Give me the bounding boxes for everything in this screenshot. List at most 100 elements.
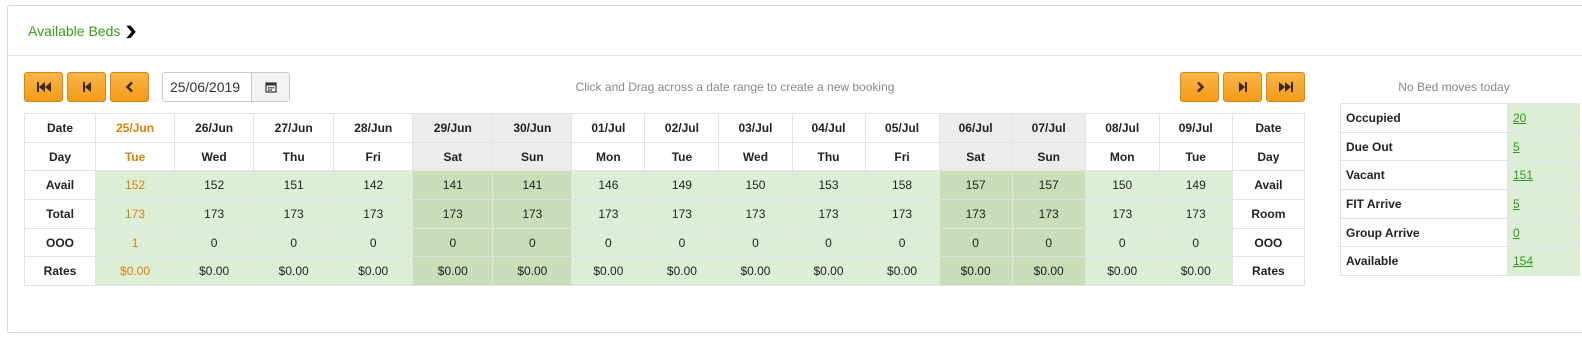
grid-cell-total[interactable]: 173 [938,199,1013,229]
grid-cell-ooo[interactable]: 0 [333,227,414,258]
grid-cell-avail[interactable]: 152 [95,170,176,201]
grid-cell-avail[interactable]: 141 [492,170,573,201]
grid-cell-avail[interactable]: 157 [1011,170,1086,201]
grid-cell-ooo[interactable]: 0 [174,227,255,258]
chevron-right-icon [1196,81,1204,93]
step-forward-icon [1238,82,1247,92]
grid-row-day: Day Tue Wed Thu Fri Sat Sun Mon Tue Wed Thu Fri Sat S… [23,141,1306,172]
grid-cell-rates[interactable]: $0.00 [864,256,940,287]
grid-cell-total[interactable]: 173 [1011,199,1086,229]
stat-value-cell: 5 [1507,131,1580,162]
calendar-button[interactable] [251,73,289,101]
grid-cell-total[interactable]: 173 [1158,199,1233,229]
grid-cell-ooo[interactable]: 0 [1011,227,1086,258]
row-label-right-total: Room [1231,199,1306,229]
stat-value-link[interactable]: 5 [1513,197,1520,211]
grid-cell-ooo[interactable]: 0 [718,227,793,258]
grid-cell-avail[interactable]: 158 [864,170,940,201]
grid-cell-rates[interactable]: $0.00 [333,256,414,287]
column-date-header: 02/Jul [644,113,720,143]
stat-value-cell: 151 [1507,160,1580,191]
stat-value-cell: 20 [1507,103,1580,133]
grid-cell-total[interactable]: 173 [1084,199,1160,229]
grid-cell-ooo[interactable]: 0 [644,227,720,258]
grid-cell-ooo[interactable]: 0 [253,227,335,258]
column-day-header: Wed [174,141,255,172]
column-day-header: Fri [333,141,414,172]
grid-cell-total[interactable]: 173 [174,199,255,229]
grid-cell-ooo[interactable]: 0 [791,227,866,258]
grid-cell-ooo[interactable]: 0 [412,227,494,258]
first-page-button[interactable] [24,72,63,102]
grid-cell-rates[interactable]: $0.00 [1084,256,1160,287]
grid-cell-total[interactable]: 173 [95,199,176,229]
grid-cell-avail[interactable]: 149 [644,170,720,201]
grid-cell-ooo[interactable]: 0 [938,227,1013,258]
grid-cell-ooo[interactable]: 0 [1158,227,1233,258]
grid-cell-total[interactable]: 173 [718,199,793,229]
drag-hint-text: Click and Drag across a date range to cr… [575,80,895,94]
column-date-header: 08/Jul [1084,113,1160,143]
grid-row-rates: Rates $0.00 $0.00 $0.00 $0.00 $0.00 $0.00 $0.00… [23,256,1306,287]
grid-cell-ooo[interactable]: 0 [864,227,940,258]
next-week-button[interactable] [1223,72,1262,102]
grid-cell-total[interactable]: 173 [253,199,335,229]
grid-cell-ooo[interactable]: 1 [95,227,176,258]
grid-cell-rates[interactable]: $0.00 [174,256,255,287]
grid-cell-rates[interactable]: $0.00 [644,256,720,287]
grid-cell-rates[interactable]: $0.00 [571,256,646,287]
date-field[interactable] [163,73,251,101]
grid-cell-avail[interactable]: 142 [333,170,414,201]
last-page-button[interactable] [1266,72,1305,102]
previous-week-button[interactable] [67,72,106,102]
grid-cell-avail[interactable]: 150 [718,170,793,201]
grid-cell-total[interactable]: 173 [333,199,414,229]
date-picker[interactable] [162,72,290,102]
grid-cell-rates[interactable]: $0.00 [938,256,1013,287]
stat-value-link[interactable]: 20 [1513,111,1526,125]
grid-cell-avail[interactable]: 149 [1158,170,1233,201]
grid-cell-avail[interactable]: 151 [253,170,335,201]
grid-cell-avail[interactable]: 157 [938,170,1013,201]
grid-cell-ooo[interactable]: 0 [492,227,573,258]
grid-cell-rates[interactable]: $0.00 [791,256,866,287]
stat-value-link[interactable]: 5 [1513,140,1520,154]
grid-cell-rates[interactable]: $0.00 [412,256,494,287]
column-day-header: Thu [253,141,335,172]
grid-cell-total[interactable]: 173 [791,199,866,229]
column-day-header: Thu [791,141,866,172]
stat-label: Group Arrive [1340,217,1508,248]
grid-cell-total[interactable]: 173 [412,199,494,229]
grid-cell-total[interactable]: 173 [571,199,646,229]
grid-cell-rates[interactable]: $0.00 [492,256,573,287]
grid-cell-avail[interactable]: 146 [571,170,646,201]
chevron-down-icon[interactable]: ❯ [125,24,138,38]
grid-cell-avail[interactable]: 150 [1084,170,1160,201]
grid-cell-total[interactable]: 173 [644,199,720,229]
grid-cell-rates[interactable]: $0.00 [95,256,176,287]
grid-cell-ooo[interactable]: 0 [1084,227,1160,258]
stat-row: Due Out 5 [1340,131,1580,162]
grid-cell-rates[interactable]: $0.00 [253,256,335,287]
stat-value-link[interactable]: 154 [1513,254,1533,268]
grid-cell-rates[interactable]: $0.00 [1158,256,1233,287]
grid-cell-avail[interactable]: 152 [174,170,255,201]
bed-moves-status: No Bed moves today [1398,80,1510,94]
next-day-button[interactable] [1180,72,1219,102]
stat-value-link[interactable]: 151 [1513,168,1533,182]
stat-value-link[interactable]: 0 [1513,226,1520,240]
grid-cell-avail[interactable]: 141 [412,170,494,201]
grid-cell-rates[interactable]: $0.00 [1011,256,1086,287]
row-label-right-rates: Rates [1231,256,1306,287]
panel-header[interactable]: Available Beds ❯ [8,6,1582,56]
grid-cell-avail[interactable]: 153 [791,170,866,201]
panel-title[interactable]: Available Beds [28,23,120,39]
grid-cell-ooo[interactable]: 0 [571,227,646,258]
column-date-header: 25/Jun [95,113,176,143]
column-day-header: Sat [938,141,1013,172]
grid-cell-rates[interactable]: $0.00 [718,256,793,287]
previous-day-button[interactable] [110,72,149,102]
grid-cell-total[interactable]: 173 [492,199,573,229]
column-date-header: 28/Jun [333,113,414,143]
grid-cell-total[interactable]: 173 [864,199,940,229]
